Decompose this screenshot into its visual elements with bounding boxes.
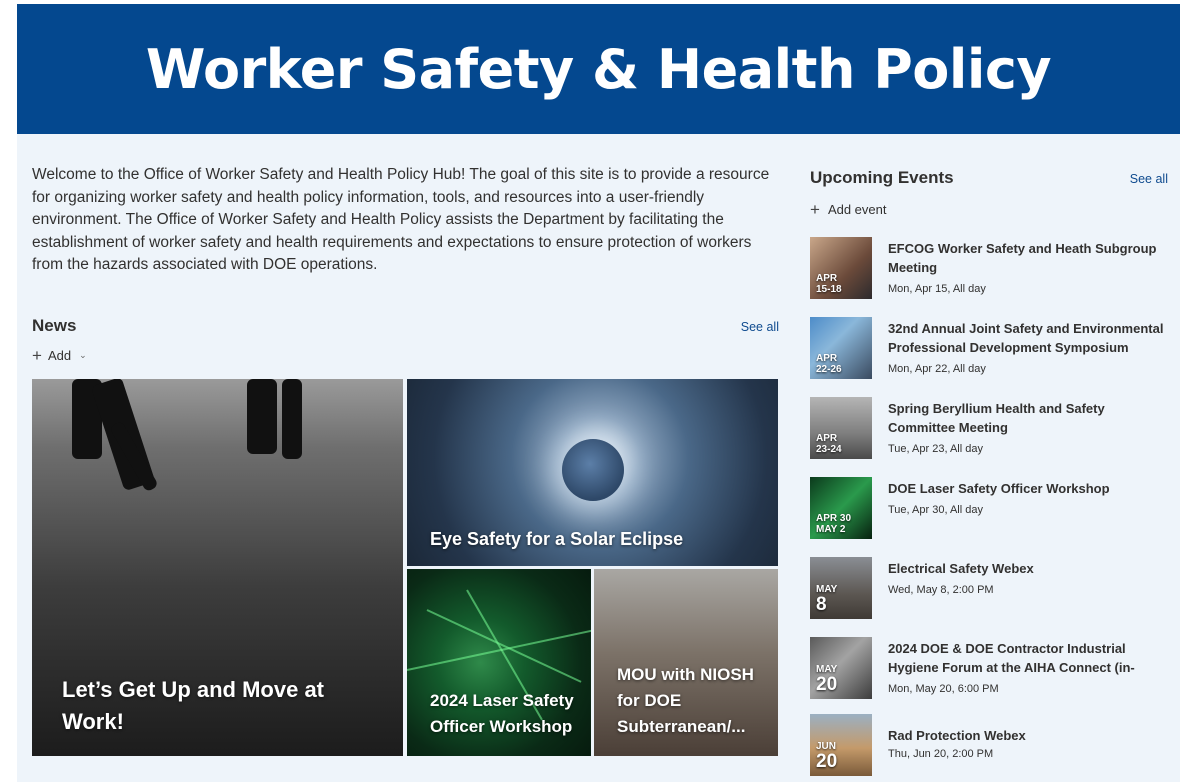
news-see-all-link[interactable]: See all	[741, 320, 779, 334]
chevron-down-icon: ⌄	[79, 350, 87, 360]
event-date: JUN 20	[816, 741, 838, 772]
news-header: News See all	[32, 316, 779, 340]
event-thumbnail: MAY 20	[810, 637, 872, 699]
event-title: EFCOG Worker Safety and Heath Subgroup M…	[888, 241, 1157, 275]
event-item[interactable]: APR 22-26 32nd Annual Joint Safety and En…	[810, 317, 1168, 381]
event-thumbnail: APR 15-18	[810, 237, 872, 299]
event-thumbnail: MAY 8	[810, 557, 872, 619]
event-title: Electrical Safety Webex	[888, 561, 1034, 576]
news-tile-move-at-work[interactable]: Let’s Get Up and Move at Work!	[32, 379, 403, 756]
news-tile-title: Eye Safety for a Solar Eclipse	[430, 529, 684, 549]
events-see-all-link[interactable]: See all	[1130, 172, 1168, 186]
page-content: Welcome to the Office of Worker Safety a…	[17, 134, 1180, 782]
event-time: Tue, Apr 30, All day	[888, 504, 983, 516]
laser-beam	[407, 629, 591, 671]
event-date: APR 30 MAY 2	[816, 513, 852, 535]
news-tile-title: 2024 Laser Safety Officer Workshop	[430, 691, 574, 736]
eclipse-image	[562, 439, 624, 501]
event-thumbnail: APR 22-26	[810, 317, 872, 379]
news-tile-title: MOU with NIOSH for DOE Subterranean/...	[617, 665, 754, 736]
event-time: Tue, Apr 23, All day	[888, 443, 983, 455]
event-time: Thu, Jun 20, 2:00 PM	[888, 748, 994, 760]
event-title: Spring Beryllium Health and Safety Commi…	[888, 401, 1105, 435]
event-item[interactable]: APR 23-24 Spring Beryllium Health and Saf…	[810, 397, 1168, 461]
event-date: APR 22-26	[816, 353, 842, 375]
news-title: News	[32, 316, 77, 335]
plus-icon: +	[32, 346, 42, 365]
news-tile-laser-workshop[interactable]: 2024 Laser Safety Officer Workshop	[407, 569, 591, 756]
events-title: Upcoming Events	[810, 168, 954, 187]
event-time: Wed, May 8, 2:00 PM	[888, 584, 994, 596]
event-item[interactable]: JUN 20 Rad Protection Webex Thu, Jun 20, …	[810, 714, 1168, 778]
event-title: 2024 DOE & DOE Contractor Industrial Hyg…	[888, 641, 1135, 675]
laser-beam	[426, 609, 582, 683]
event-title: DOE Laser Safety Officer Workshop	[888, 481, 1110, 496]
event-title: Rad Protection Webex	[888, 728, 1026, 743]
event-date: APR 23-24	[816, 433, 842, 455]
event-thumbnail: APR 30 MAY 2	[810, 477, 872, 539]
event-date: MAY 20	[816, 664, 838, 695]
news-tile-solar-eclipse[interactable]: Eye Safety for a Solar Eclipse	[407, 379, 778, 566]
intro-text: Welcome to the Office of Worker Safety a…	[32, 166, 770, 273]
event-thumbnail: JUN 20	[810, 714, 872, 776]
walker-silhouette	[247, 379, 277, 454]
event-item[interactable]: APR 15-18 EFCOG Worker Safety and Heath S…	[810, 237, 1168, 301]
add-event-label: Add event	[827, 202, 887, 217]
news-tile-mou-niosh[interactable]: MOU with NIOSH for DOE Subterranean/...	[594, 569, 778, 756]
event-thumbnail: APR 23-24	[810, 397, 872, 459]
event-date: MAY 8	[816, 584, 838, 615]
news-add-label: Add	[47, 348, 72, 363]
event-item[interactable]: MAY 8 Electrical Safety Webex Wed, May 8,…	[810, 557, 1168, 621]
event-time: Mon, May 20, 6:00 PM	[888, 683, 999, 695]
event-item[interactable]: APR 30 MAY 2 DOE Laser Safety Officer Wor…	[810, 477, 1168, 541]
event-date: APR 15-18	[816, 273, 842, 295]
event-time: Mon, Apr 15, All day	[888, 283, 986, 295]
event-time: Mon, Apr 22, All day	[888, 363, 986, 375]
site-banner: Worker Safety & Health Policy	[17, 4, 1180, 134]
event-title: 32nd Annual Joint Safety and Environment…	[888, 321, 1164, 355]
event-item[interactable]: MAY 20 2024 DOE & DOE Contractor Industri…	[810, 637, 1168, 701]
add-event-button[interactable]: + Add event	[810, 200, 887, 219]
walker-silhouette	[282, 379, 302, 459]
plus-icon: +	[810, 200, 820, 219]
page-title: Worker Safety & Health Policy	[145, 37, 1052, 101]
news-tile-title: Let’s Get Up and Move at Work!	[62, 677, 325, 734]
news-add-button[interactable]: + Add ⌄	[32, 346, 87, 365]
